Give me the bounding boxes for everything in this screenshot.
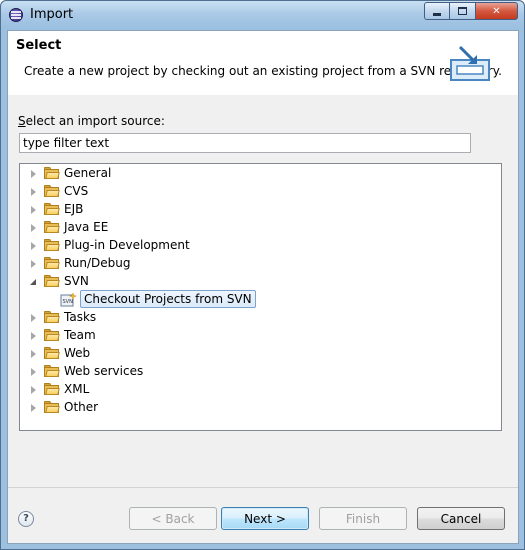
tree-item-java-ee[interactable]: Java EE (20, 219, 501, 237)
tree-item-label: Team (64, 328, 96, 342)
help-icon[interactable]: ? (18, 511, 34, 527)
expand-arrow-icon[interactable] (31, 314, 36, 322)
import-source-label: Select an import source: (18, 114, 165, 128)
tree-item-cvs[interactable]: CVS (20, 183, 501, 201)
tree-item-web-services[interactable]: Web services (20, 363, 501, 381)
tree-item-label: Checkout Projects from SVN (80, 290, 256, 308)
tree-item-ejb[interactable]: EJB (20, 201, 501, 219)
maximize-icon (458, 7, 467, 15)
tree-item-team[interactable]: Team (20, 327, 501, 345)
tree-item-label: SVN (64, 274, 89, 288)
wizard-body: Select an import source: General CVS EJB (8, 95, 518, 543)
window-title: Import (30, 7, 74, 22)
folder-icon (44, 221, 60, 234)
tree-item-tasks[interactable]: Tasks (20, 309, 501, 327)
folder-icon (44, 257, 60, 270)
collapse-arrow-icon[interactable] (30, 279, 36, 285)
import-wizard-icon (450, 45, 490, 81)
close-icon: ✕ (492, 5, 501, 17)
tree-item-other[interactable]: Other (20, 399, 501, 417)
tree-item-run-debug[interactable]: Run/Debug (20, 255, 501, 273)
svn-checkout-icon: SVN (60, 292, 77, 307)
title-bar[interactable]: Import ✕ (1, 1, 524, 29)
page-title: Select (16, 38, 62, 53)
caption-buttons: ✕ (424, 2, 518, 21)
cancel-button[interactable]: Cancel (417, 507, 505, 530)
expand-arrow-icon[interactable] (31, 368, 36, 376)
folder-icon (44, 167, 60, 180)
tree-item-general[interactable]: General (20, 165, 501, 183)
tree-item-label: Java EE (64, 220, 109, 234)
import-source-tree[interactable]: General CVS EJB Java EE Plug-in Developm… (19, 163, 502, 431)
tree-item-label: Plug-in Development (64, 238, 190, 252)
folder-icon (44, 401, 60, 414)
tree-item-label: CVS (64, 184, 89, 198)
expand-arrow-icon[interactable] (31, 404, 36, 412)
expand-arrow-icon[interactable] (31, 260, 36, 268)
eclipse-icon (9, 8, 23, 22)
tree-item-svn[interactable]: SVN (20, 273, 501, 291)
filter-input[interactable] (19, 133, 471, 153)
folder-icon (44, 329, 60, 342)
wizard-header: Select Create a new project by checking … (8, 31, 518, 91)
footer-separator (8, 487, 518, 488)
finish-button[interactable]: Finish (319, 507, 407, 530)
folder-icon (44, 311, 60, 324)
tree-item-label: General (64, 166, 112, 180)
folder-icon (44, 203, 60, 216)
maximize-button[interactable] (450, 2, 476, 20)
tree-item-label: Web services (64, 364, 144, 378)
folder-icon (44, 347, 60, 360)
expand-arrow-icon[interactable] (31, 386, 36, 394)
expand-arrow-icon[interactable] (31, 170, 36, 178)
expand-arrow-icon[interactable] (31, 242, 36, 250)
tree-item-label: Run/Debug (64, 256, 131, 270)
folder-open-icon (44, 275, 60, 288)
page-description: Create a new project by checking out an … (24, 64, 502, 78)
tree-item-plug-in-development[interactable]: Plug-in Development (20, 237, 501, 255)
tree-item-label: Tasks (64, 310, 97, 324)
expand-arrow-icon[interactable] (31, 224, 36, 232)
svg-text:SVN: SVN (63, 299, 74, 305)
dialog-client: Select Create a new project by checking … (7, 30, 519, 544)
import-dialog: Import ✕ Select Create a new project by … (0, 0, 525, 550)
expand-arrow-icon[interactable] (31, 332, 36, 340)
folder-icon (44, 365, 60, 378)
tree-item-label: EJB (64, 202, 84, 216)
folder-icon (44, 239, 60, 252)
expand-arrow-icon[interactable] (31, 206, 36, 214)
back-button[interactable]: < Back (129, 507, 217, 530)
tree-item-xml[interactable]: XML (20, 381, 501, 399)
close-button[interactable]: ✕ (476, 2, 518, 20)
minimize-icon (433, 12, 441, 16)
expand-arrow-icon[interactable] (31, 188, 36, 196)
tree-item-label: Web (64, 346, 91, 360)
minimize-button[interactable] (424, 2, 450, 20)
folder-icon (44, 185, 60, 198)
header-separator (8, 93, 518, 94)
expand-arrow-icon[interactable] (31, 350, 36, 358)
tree-item-web[interactable]: Web (20, 345, 501, 363)
tree-item-label: XML (64, 382, 90, 396)
folder-icon (44, 383, 60, 396)
next-button[interactable]: Next > (221, 507, 309, 530)
tree-item-label: Other (64, 400, 99, 414)
